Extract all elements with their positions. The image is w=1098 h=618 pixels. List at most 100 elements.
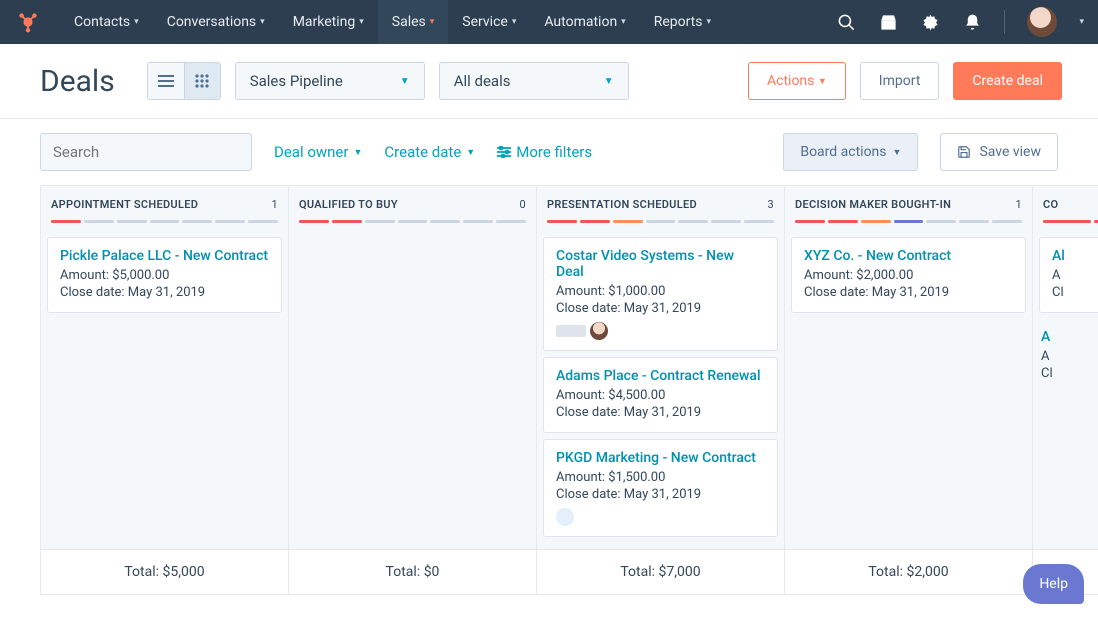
caret-down-icon: ▼: [893, 147, 902, 158]
column-header: QUALIFIED TO BUY0: [289, 186, 536, 231]
nav-items: Contacts ▾ Conversations▾ Marketing▾ Sale…: [60, 0, 725, 44]
column-count: 0: [520, 198, 526, 211]
deal-card[interactable]: Pickle Palace LLC - New Contract Amount:…: [47, 237, 282, 313]
deal-title: PKGD Marketing - New Contract: [556, 450, 765, 466]
card-list[interactable]: Pickle Palace LLC - New Contract Amount:…: [41, 231, 288, 549]
column-title: DECISION MAKER BOUGHT-IN: [795, 198, 951, 211]
card-avatars: [556, 322, 765, 340]
caret-down-icon: ▼: [353, 147, 362, 158]
user-avatar-small: [556, 508, 574, 526]
deal-amount: Amount: $2,000.00: [804, 268, 1013, 283]
pipeline-board: APPOINTMENT SCHEDULED1 Pickle Palace LLC…: [0, 185, 1098, 595]
card-list[interactable]: XYZ Co. - New Contract Amount: $2,000.00…: [785, 231, 1032, 549]
nav-label: Contacts: [74, 14, 130, 30]
save-view-label: Save view: [979, 144, 1041, 160]
card-list[interactable]: Al A Cl A A Cl: [1033, 231, 1098, 549]
chevron-down-icon: ▾: [430, 17, 435, 27]
list-view-button[interactable]: [148, 63, 184, 99]
pipeline-dropdown[interactable]: Sales Pipeline▼: [235, 62, 425, 100]
progress-segments: [51, 220, 278, 223]
chevron-down-icon: ▾: [260, 17, 265, 27]
deal-title: Costar Video Systems - New Deal: [556, 248, 765, 280]
deal-card[interactable]: A A Cl: [1039, 319, 1098, 393]
save-view-button[interactable]: Save view: [940, 133, 1058, 171]
deal-card[interactable]: Al A Cl: [1039, 237, 1098, 313]
card-list[interactable]: [289, 231, 536, 549]
column-title: APPOINTMENT SCHEDULED: [51, 198, 198, 211]
deal-close-date: Cl: [1052, 285, 1098, 300]
column-header: APPOINTMENT SCHEDULED1: [41, 186, 288, 231]
filters-row: Deal owner ▼ Create date▼ More filters Bo…: [0, 119, 1098, 185]
caret-down-icon: ▼: [466, 147, 475, 158]
nav-conversations[interactable]: Conversations▾: [153, 0, 279, 44]
more-filters-button[interactable]: More filters: [497, 143, 592, 161]
search-icon[interactable]: [836, 12, 856, 32]
deal-card[interactable]: Costar Video Systems - New Deal Amount: …: [543, 237, 778, 351]
deal-amount: Amount: $1,500.00: [556, 470, 765, 485]
board-view-button[interactable]: [184, 63, 220, 99]
chevron-down-icon: ▾: [134, 17, 139, 27]
search-box[interactable]: [40, 133, 252, 171]
progress-segments: [547, 220, 774, 223]
column-total: $7,000: [659, 564, 701, 580]
create-deal-button[interactable]: Create deal: [953, 62, 1062, 100]
column-title: CO: [1043, 198, 1058, 211]
card-list[interactable]: Costar Video Systems - New Deal Amount: …: [537, 231, 784, 549]
notifications-icon[interactable]: [962, 12, 982, 32]
actions-button[interactable]: Actions ▼: [748, 62, 846, 100]
deal-amount: A: [1052, 268, 1098, 283]
company-logo-icon: [556, 325, 586, 337]
nav-sales[interactable]: Sales▾: [378, 0, 449, 44]
nav-label: Reports: [654, 14, 703, 30]
deal-amount: Amount: $4,500.00: [556, 388, 765, 403]
save-icon: [957, 145, 971, 159]
actions-label: Actions: [767, 73, 814, 89]
deal-card[interactable]: Adams Place - Contract Renewal Amount: $…: [543, 357, 778, 433]
import-button[interactable]: Import: [860, 62, 940, 100]
deals-filter-dropdown[interactable]: All deals▼: [439, 62, 629, 100]
nav-automation[interactable]: Automation▾: [530, 0, 639, 44]
deal-card[interactable]: PKGD Marketing - New Contract Amount: $1…: [543, 439, 778, 537]
column-partial: CO Al A Cl A A Cl: [1032, 185, 1098, 595]
deal-amount: A: [1041, 349, 1098, 364]
column-decision-maker-bought-in: DECISION MAKER BOUGHT-IN1 XYZ Co. - New …: [784, 185, 1032, 595]
nav-contacts[interactable]: Contacts ▾: [60, 0, 153, 44]
column-presentation-scheduled: PRESENTATION SCHEDULED3 Costar Video Sys…: [536, 185, 784, 595]
chevron-down-icon: ▾: [512, 17, 517, 27]
help-button[interactable]: Help: [1023, 564, 1084, 604]
deal-title: Al: [1052, 248, 1098, 264]
progress-segments: [795, 220, 1022, 223]
deal-close-date: Close date: May 31, 2019: [556, 301, 765, 316]
chevron-down-icon: ▾: [359, 17, 364, 27]
top-nav: Contacts ▾ Conversations▾ Marketing▾ Sale…: [0, 0, 1098, 44]
nav-reports[interactable]: Reports ▾: [640, 0, 725, 44]
chevron-down-icon[interactable]: ▾: [1079, 17, 1084, 27]
caret-down-icon: ▼: [604, 76, 614, 87]
deal-close-date: Close date: May 31, 2019: [556, 487, 765, 502]
deal-title: Pickle Palace LLC - New Contract: [60, 248, 269, 264]
chevron-down-icon: ▾: [707, 17, 712, 27]
settings-icon[interactable]: [920, 12, 940, 32]
deal-card[interactable]: XYZ Co. - New Contract Amount: $2,000.00…: [791, 237, 1026, 313]
nav-label: Service: [462, 14, 508, 30]
filter-label: Deal owner: [274, 143, 348, 161]
create-date-filter[interactable]: Create date▼: [384, 143, 475, 161]
column-header: CO: [1033, 186, 1098, 231]
column-total: $0: [424, 564, 440, 580]
filter-label: More filters: [516, 143, 592, 161]
column-footer: Total: $2,000: [785, 549, 1032, 594]
nav-marketing[interactable]: Marketing▾: [279, 0, 378, 44]
deal-owner-filter[interactable]: Deal owner ▼: [274, 143, 362, 161]
deal-close-date: Cl: [1041, 366, 1098, 381]
nav-right: ▾: [836, 7, 1084, 37]
user-avatar[interactable]: [1027, 7, 1057, 37]
board-actions-button[interactable]: Board actions▼: [783, 133, 918, 171]
deal-close-date: Close date: May 31, 2019: [556, 405, 765, 420]
nav-service[interactable]: Service ▾: [448, 0, 530, 44]
column-total: $2,000: [907, 564, 949, 580]
divider: [1004, 10, 1005, 34]
logo-icon[interactable]: [14, 8, 42, 36]
view-toggle: [147, 62, 221, 100]
marketplace-icon[interactable]: [878, 12, 898, 32]
search-input[interactable]: [53, 143, 252, 161]
